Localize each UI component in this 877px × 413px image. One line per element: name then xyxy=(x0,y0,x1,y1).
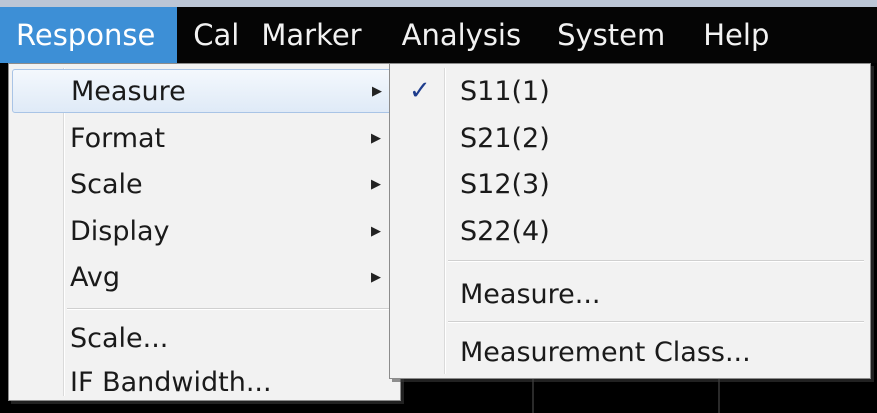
window-top-edge xyxy=(0,0,877,7)
submenu-item-measure-dialog[interactable]: Measure... xyxy=(393,272,867,316)
menu-item-format[interactable]: Format ▶ xyxy=(12,116,397,160)
menu-item-label: Display xyxy=(70,215,170,247)
menu-response[interactable]: Response xyxy=(0,7,178,63)
menu-item-label: Scale... xyxy=(70,322,169,354)
submenu-item-label: S21(2) xyxy=(460,122,550,154)
background-display-area xyxy=(400,378,877,413)
checkmark-icon: ✓ xyxy=(409,76,431,106)
submenu-arrow-icon: ▶ xyxy=(371,223,381,239)
menu-marker[interactable]: Marker xyxy=(261,7,381,63)
menu-separator-highlight xyxy=(448,322,864,323)
menu-item-label: Scale xyxy=(70,168,143,200)
menu-item-label: Avg xyxy=(70,261,121,293)
menu-cal[interactable]: Cal xyxy=(177,7,261,63)
menu-item-measure[interactable]: Measure ▶ xyxy=(12,69,397,113)
menu-item-if-bandwidth[interactable]: IF Bandwidth... xyxy=(12,360,397,404)
submenu-arrow-icon: ▶ xyxy=(371,269,381,285)
menu-item-label: Measure xyxy=(71,75,186,107)
submenu-item-s12[interactable]: S12(3) xyxy=(393,162,867,206)
menu-item-label: Format xyxy=(70,122,166,154)
response-dropdown-menu: Measure ▶ Format ▶ Scale ▶ Display ▶ Avg… xyxy=(8,63,401,401)
menu-item-avg[interactable]: Avg ▶ xyxy=(12,255,397,299)
submenu-item-label: S12(3) xyxy=(460,168,550,200)
grid-line xyxy=(718,378,720,413)
menu-item-label: IF Bandwidth... xyxy=(70,366,272,398)
menu-item-scale[interactable]: Scale ▶ xyxy=(12,162,397,206)
submenu-item-s22[interactable]: S22(4) xyxy=(393,209,867,253)
menu-help[interactable]: Help xyxy=(685,7,789,63)
grid-line xyxy=(532,378,534,413)
submenu-item-measurement-class[interactable]: Measurement Class... xyxy=(393,330,867,374)
submenu-item-label: Measure... xyxy=(460,278,601,310)
submenu-arrow-icon: ▶ xyxy=(372,83,382,99)
menu-system[interactable]: System xyxy=(541,7,685,63)
submenu-arrow-icon: ▶ xyxy=(371,176,381,192)
submenu-item-label: S11(1) xyxy=(460,75,550,107)
submenu-arrow-icon: ▶ xyxy=(371,130,381,146)
submenu-item-s21[interactable]: S21(2) xyxy=(393,116,867,160)
submenu-item-s11[interactable]: ✓ S11(1) xyxy=(393,69,867,113)
submenu-item-label: Measurement Class... xyxy=(460,336,751,368)
menu-analysis[interactable]: Analysis xyxy=(382,7,541,63)
menu-item-scale-dialog[interactable]: Scale... xyxy=(12,316,397,360)
menu-separator-highlight xyxy=(67,309,394,310)
menu-item-display[interactable]: Display ▶ xyxy=(12,209,397,253)
menu-separator-highlight xyxy=(448,261,864,262)
submenu-item-label: S22(4) xyxy=(460,215,550,247)
measure-submenu: ✓ S11(1) S21(2) S12(3) S22(4) Measure...… xyxy=(389,63,871,379)
menu-bar: Response Cal Marker Analysis System Help xyxy=(0,7,877,63)
